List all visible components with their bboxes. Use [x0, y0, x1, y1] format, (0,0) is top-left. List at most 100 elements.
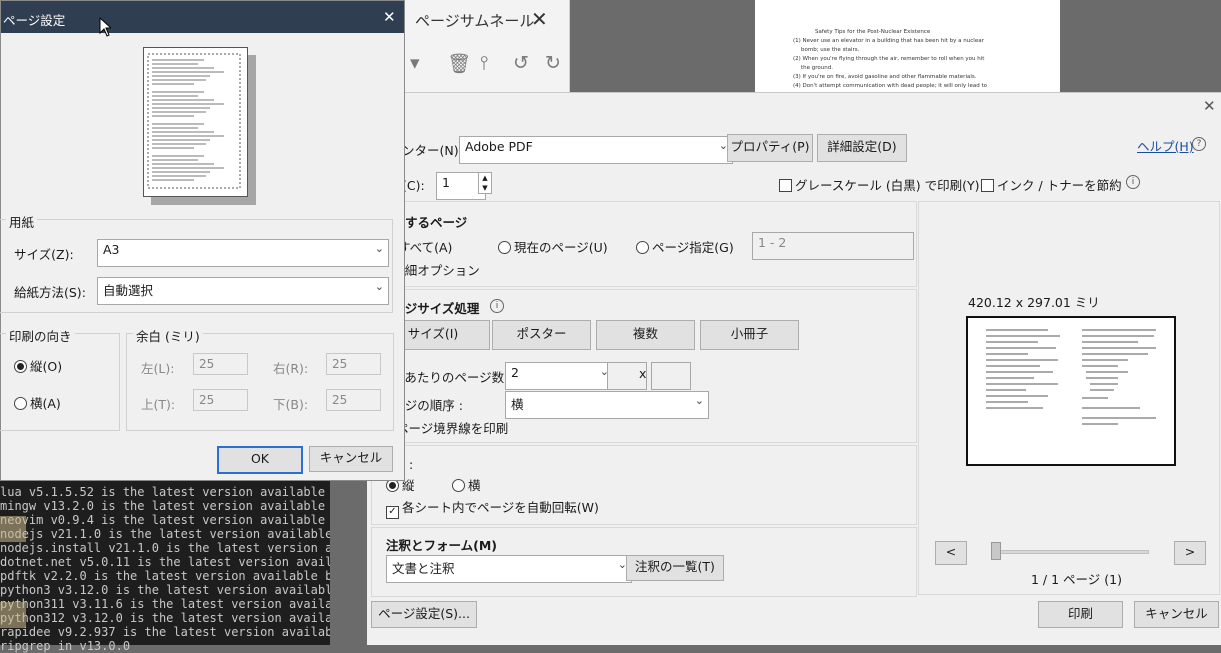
paper-group: 用紙 サイズ(Z): A3 ⌄ 給紙方法(S): 自動選択 ⌄: [0, 212, 393, 313]
terminal-line: ripgrep in v13.0.0: [0, 639, 131, 653]
page-setup-title: ページ設定: [3, 13, 66, 28]
pages-per-sheet-select[interactable]: 2 ⌄: [505, 362, 614, 390]
comments-select[interactable]: 文書と注釈 ⌄: [386, 555, 632, 583]
page-range-input[interactable]: 1 - 2: [752, 232, 914, 260]
terminal-line: mingw v13.2.0 is the latest version avai…: [0, 499, 330, 513]
save-ink-checkbox[interactable]: インク / トナーを節約: [981, 175, 1122, 194]
paper-size-select[interactable]: A3 ⌄: [97, 239, 389, 267]
margins-legend: 余白 (ミリ): [133, 326, 203, 345]
page-text-line: (2) When you're flying through the air, …: [793, 56, 985, 62]
comments-forms-panel: 注釈とフォーム(M) 文書と注釈 ⌄ 注釈の一覧(T): [371, 527, 917, 597]
terminal-line: python3 v3.12.0 is the latest version av…: [0, 583, 330, 597]
size-label: サイズ(Z):: [14, 247, 74, 262]
info-icon[interactable]: i: [1126, 175, 1140, 189]
page-text-line: the ground.: [801, 65, 833, 71]
properties-button[interactable]: プロパティ(P): [727, 134, 813, 162]
orientation-group: 印刷の向き 縦(O) 横(A): [0, 326, 120, 431]
page-setup-preview-content: [147, 53, 241, 189]
page-counter: 1 / 1 ページ (1): [1031, 572, 1122, 587]
portrait-radio[interactable]: 縦(O): [14, 356, 62, 375]
rows-input[interactable]: [651, 362, 691, 390]
thumbnail-pane-title: ページサムネール: [415, 12, 535, 30]
paper-legend: 用紙: [6, 212, 38, 231]
print-button[interactable]: 印刷: [1038, 601, 1123, 628]
multiple-button[interactable]: 複数: [596, 320, 695, 350]
advanced-button[interactable]: 詳細設定(D): [817, 134, 907, 162]
source-label: 給紙方法(S):: [14, 285, 86, 300]
terminal-line: rapidee v9.2.937 is the latest version a…: [0, 625, 330, 639]
desktop-icon[interactable]: [0, 516, 26, 542]
extract-pages-icon[interactable]: ⫯: [480, 52, 488, 74]
page-range-radio[interactable]: ページ指定(G): [636, 237, 734, 256]
left-margin-label: 左(L):: [141, 361, 175, 376]
landscape-radio[interactable]: 横(A): [14, 393, 61, 412]
setup-cancel-button[interactable]: キャンセル: [309, 446, 393, 472]
print-dialog: ✕ プリンター(N): Adobe PDF ⌄ プロパティ(P) 詳細設定(D) …: [367, 92, 1221, 645]
bottom-margin-input[interactable]: 25: [326, 389, 381, 411]
page-text-line: (4) Don't attempt communication with dea…: [793, 83, 987, 89]
preview-content: [986, 329, 1156, 425]
terminal-line: dotnet.net v5.0.11 is the latest version…: [0, 555, 330, 569]
right-margin-input[interactable]: 25: [326, 353, 381, 375]
current-page-radio[interactable]: 現在のページ(U): [498, 237, 608, 256]
auto-rotate-checkbox[interactable]: ✓ 各シート内でページを自動回転(W): [386, 497, 599, 519]
orientation-panel: 向き : 縦 横 ✓各シート内でページを自動回転(W): [371, 445, 917, 525]
printer-select[interactable]: Adobe PDF ⌄: [459, 136, 733, 164]
terminal-line: neovim v0.9.4 is the latest version avai…: [0, 513, 330, 527]
terminal-line: pdftk v2.2.0 is the latest version avail…: [0, 569, 330, 583]
poster-button[interactable]: ポスター: [492, 320, 591, 350]
close-icon[interactable]: ✕: [383, 8, 396, 26]
page-slider-track[interactable]: [999, 550, 1149, 554]
page-sizing-panel: ページサイズ処理 i サイズ(I) ポスター 複数 小冊子 1 枚あたりのページ…: [371, 289, 917, 443]
margins-group: 余白 (ミリ) 左(L): 25 右(R): 25 上(T): 25 下(B):…: [126, 326, 394, 431]
top-margin-input[interactable]: 25: [193, 389, 248, 411]
page-text-line: bomb; use the stairs.: [801, 47, 860, 53]
chevron-down-icon: ⌄: [694, 394, 704, 407]
info-icon[interactable]: i: [490, 299, 504, 313]
terminal-line: python311 v3.11.6 is the latest version …: [0, 597, 330, 611]
terminal-line: python312 v3.12.0 is the latest version …: [0, 611, 330, 625]
rotate-left-icon[interactable]: ↺: [513, 52, 529, 74]
landscape-radio[interactable]: 横: [452, 475, 481, 494]
terminal-window: lua v5.1.5.52 is the latest version avai…: [0, 470, 330, 653]
comments-list-button[interactable]: 注釈の一覧(T): [626, 555, 724, 581]
thumbnail-pane: ページサムネール ✕ ▾ 🗑 ⫯ ↺ ↻: [405, 0, 570, 92]
booklet-button[interactable]: 小冊子: [700, 320, 799, 350]
thumbnail-pane-close-icon[interactable]: ✕: [531, 7, 548, 31]
page-setup-titlebar[interactable]: ページ設定 ✕: [1, 1, 404, 33]
page-setup-preview: [143, 47, 248, 197]
cancel-button[interactable]: キャンセル: [1134, 601, 1219, 628]
top-margin-label: 上(T):: [141, 397, 176, 412]
page-setup-button[interactable]: ページ設定(S)...: [371, 601, 477, 628]
page-slider-thumb[interactable]: [991, 542, 1001, 560]
mouse-cursor-icon: [99, 17, 111, 37]
dropdown-arrow-icon[interactable]: ▾: [410, 52, 420, 74]
help-icon[interactable]: ?: [1192, 137, 1206, 151]
paper-source-select[interactable]: 自動選択 ⌄: [97, 277, 389, 305]
preview-page: [966, 316, 1176, 466]
times-label: x: [639, 366, 647, 381]
orientation-legend: 印刷の向き: [6, 326, 75, 345]
right-margin-label: 右(R):: [273, 361, 309, 376]
pages-to-print-panel: 印刷するページ すべて(A) 現在のページ(U) ページ指定(G) 1 - 2 …: [371, 201, 917, 287]
terminal-line: lua v5.1.5.52 is the latest version avai…: [0, 485, 330, 499]
next-page-button[interactable]: >: [1174, 541, 1206, 565]
previous-page-button[interactable]: <: [935, 541, 967, 565]
preview-panel: 420.12 x 297.01 ミリ < > 1 / 1 ページ (1): [918, 201, 1220, 595]
page-order-select[interactable]: 横 ⌄: [505, 391, 709, 419]
chevron-down-icon: ⌄: [374, 242, 384, 255]
help-link[interactable]: ヘルプ(H): [1137, 136, 1194, 155]
page-setup-dialog: ページ設定 ✕ 用紙 サイズ(Z): A3 ⌄ 給紙方法(S): 自動選択 ⌄ …: [0, 0, 405, 481]
rotate-right-icon[interactable]: ↻: [545, 52, 561, 74]
grayscale-checkbox[interactable]: グレースケール (白黒) で印刷(Y): [779, 175, 979, 194]
paper-size-label: 420.12 x 297.01 ミリ: [968, 295, 1100, 310]
terminal-line: nodejs.install v21.1.0 is the latest ver…: [0, 541, 330, 555]
ok-button[interactable]: OK: [217, 446, 303, 474]
delete-icon[interactable]: 🗑: [447, 52, 471, 75]
left-margin-input[interactable]: 25: [193, 353, 248, 375]
copies-stepper[interactable]: ▲ ▼: [478, 172, 492, 194]
page-text-line: Safety Tips for the Post-Nuclear Existen…: [815, 29, 931, 35]
desktop-icon[interactable]: [0, 602, 26, 628]
close-icon[interactable]: ✕: [1203, 97, 1216, 115]
chevron-down-icon: ⌄: [374, 280, 384, 293]
